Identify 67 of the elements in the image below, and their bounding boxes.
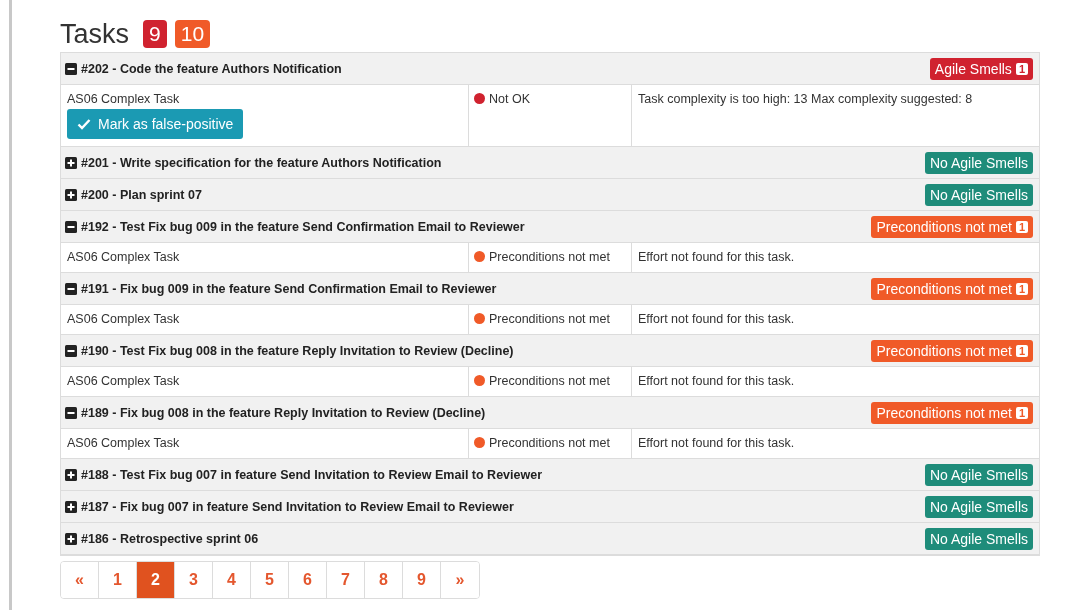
- status-text: Preconditions not met: [489, 250, 610, 264]
- page-link[interactable]: 2: [137, 562, 175, 598]
- expand-icon[interactable]: [65, 532, 77, 545]
- task-title: #189 - Fix bug 008 in the feature Reply Invitation to Review (Decline): [81, 405, 487, 420]
- smell-name: AS06 Complex Task: [67, 312, 180, 326]
- message-text: Effort not found for this task.: [638, 312, 795, 326]
- task-title: #188 - Test Fix bug 007 in feature Send Invitation to Review Email to Reviewer: [81, 467, 543, 482]
- task-title: #186 - Retrospective sprint 06: [81, 531, 260, 546]
- task-title: #191 - Fix bug 009 in the feature Send Confirmation Email to Reviewer: [81, 281, 498, 296]
- page-link[interactable]: «: [61, 562, 99, 598]
- message-text: Effort not found for this task.: [638, 436, 795, 450]
- badge-count: 1: [1015, 406, 1028, 419]
- message-text: Effort not found for this task.: [638, 374, 795, 388]
- badge-count: 1: [1015, 220, 1028, 233]
- task-header-row[interactable]: #187 - Fix bug 007 in feature Send Invitation to Review Email to Reviewer No Agile Smells: [61, 491, 1039, 523]
- task-header-row[interactable]: #186 - Retrospective sprint 06 No Agile Smells: [61, 523, 1039, 555]
- badge-label: No Agile Smells: [929, 498, 1028, 515]
- badge-label: No Agile Smells: [929, 186, 1028, 203]
- status-text: Not OK: [489, 92, 530, 106]
- message-text: Effort not found for this task.: [638, 250, 795, 264]
- badge-label: No Agile Smells: [929, 154, 1028, 171]
- badge-label: Preconditions not met: [876, 218, 1012, 235]
- badge-count: 1: [1015, 344, 1028, 357]
- task-header-row[interactable]: #191 - Fix bug 009 in the feature Send Confirmation Email to Reviewer Preconditions not met 1: [61, 273, 1039, 305]
- false-positive-button[interactable]: Mark as false-positive: [67, 109, 244, 139]
- task-title: #201 - Write specification for the feature Authors Notification: [81, 155, 443, 170]
- task-header-row[interactable]: #201 - Write specification for the feature Authors Notification No Agile Smells: [61, 147, 1039, 179]
- status-text: Preconditions not met: [489, 374, 610, 388]
- smell-name: AS06 Complex Task: [67, 92, 180, 106]
- task-header-row[interactable]: #190 - Test Fix bug 008 in the feature Reply Invitation to Review (Decline) Preconditions not met 1: [61, 335, 1039, 367]
- smell-name: AS06 Complex Task: [67, 436, 180, 450]
- smell-name: AS06 Complex Task: [67, 374, 180, 388]
- task-title: #190 - Test Fix bug 008 in the feature Reply Invitation to Review (Decline): [81, 343, 515, 358]
- task-header-row[interactable]: #202 - Code the feature Authors Notification Agile Smells 1: [61, 53, 1039, 85]
- check-icon: [77, 118, 91, 130]
- collapse-icon[interactable]: [65, 62, 77, 75]
- page-title: Tasks: [60, 18, 130, 50]
- expand-icon[interactable]: [65, 156, 77, 169]
- task-header-row[interactable]: #188 - Test Fix bug 007 in feature Send Invitation to Review Email to Reviewer No Agile Smells: [61, 459, 1039, 491]
- task-title: #192 - Test Fix bug 009 in the feature Send Confirmation Email to Reviewer: [81, 219, 526, 234]
- task-title: #187 - Fix bug 007 in feature Send Invitation to Review Email to Reviewer: [81, 499, 515, 514]
- task-header-row[interactable]: #192 - Test Fix bug 009 in the feature Send Confirmation Email to Reviewer Preconditions not met 1: [61, 211, 1039, 243]
- status-text: Preconditions not met: [489, 436, 610, 450]
- badge-count: 1: [1015, 62, 1028, 75]
- badge-count: 1: [1015, 282, 1028, 295]
- task-header-row[interactable]: #200 - Plan sprint 07 No Agile Smells: [61, 179, 1039, 211]
- status-text: Preconditions not met: [489, 312, 610, 326]
- count-badge: 10: [174, 20, 211, 48]
- collapse-icon[interactable]: [65, 406, 77, 419]
- badge-label: No Agile Smells: [929, 466, 1028, 483]
- badge-label: No Agile Smells: [929, 530, 1028, 547]
- task-title: #202 - Code the feature Authors Notification: [81, 61, 343, 76]
- expand-icon[interactable]: [65, 468, 77, 481]
- task-header-row[interactable]: #189 - Fix bug 008 in the feature Reply Invitation to Review (Decline) Preconditions not met 1: [61, 397, 1039, 429]
- collapse-icon[interactable]: [65, 282, 77, 295]
- collapse-icon[interactable]: [65, 344, 77, 357]
- badge-label: Preconditions not met: [876, 342, 1012, 359]
- collapse-icon[interactable]: [65, 220, 77, 233]
- badge-label: Preconditions not met: [876, 280, 1012, 297]
- expand-icon[interactable]: [65, 500, 77, 513]
- smell-name: AS06 Complex Task: [67, 250, 180, 264]
- badge-label: Preconditions not met: [876, 404, 1012, 421]
- badge-label: Agile Smells: [934, 60, 1012, 77]
- message-text: Task complexity is too high: 13 Max complexity suggested: 8: [638, 92, 973, 106]
- task-title: #200 - Plan sprint 07: [81, 187, 203, 202]
- expand-icon[interactable]: [65, 188, 77, 201]
- count-badge: 9: [143, 20, 167, 48]
